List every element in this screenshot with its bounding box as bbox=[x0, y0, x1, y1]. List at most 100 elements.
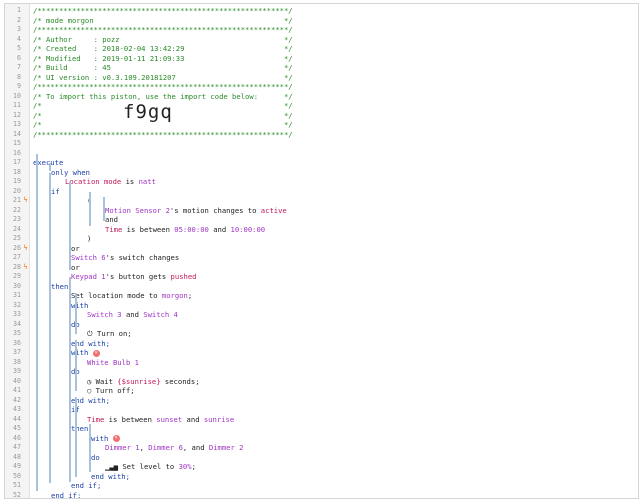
code-line-5[interactable]: 5 /* Created : 2018-02-04 13:42:29 */ bbox=[5, 44, 638, 54]
code-line-25[interactable]: 25) bbox=[5, 234, 638, 244]
code-line-7[interactable]: 7 /* Build : 45 */ bbox=[5, 63, 638, 73]
keyword-with: with bbox=[91, 433, 109, 443]
code-line-34[interactable]: 34 do bbox=[5, 320, 638, 330]
keyword-do: do bbox=[91, 452, 100, 462]
code-line-30[interactable]: 30 then bbox=[5, 282, 638, 292]
code-line-8[interactable]: 8 /* UI version : v0.3.109.20181207 */ bbox=[5, 73, 638, 83]
code-line-20[interactable]: 20 if bbox=[5, 187, 638, 197]
value: natt bbox=[138, 177, 156, 186]
code-line-22[interactable]: 22 Motion Sensor 2's motion changes to ac… bbox=[5, 206, 638, 216]
code-line-27[interactable]: 27 Switch 6's switch changes bbox=[5, 253, 638, 263]
device: Motion Sensor 2 bbox=[105, 205, 170, 215]
code-line-47[interactable]: 47 Dimmer 1, Dimmer 6, and Dimmer 2 bbox=[5, 443, 638, 453]
text: 's motion changes to bbox=[169, 205, 261, 215]
code-text: /* mode morgon */ bbox=[33, 16, 638, 26]
code-line-51[interactable]: 51 end if; bbox=[5, 481, 638, 491]
code-line-1[interactable]: 1 /**************************************… bbox=[5, 6, 638, 16]
comment-text: /* mode morgon */ bbox=[33, 15, 293, 25]
code-line-44[interactable]: 44 Time is between sunset and sunrise bbox=[5, 415, 638, 425]
code-line-13[interactable]: 13/* */ bbox=[5, 120, 638, 130]
operator-and: and bbox=[105, 215, 118, 224]
code-text: ◷ Wait {$sunrise} seconds; bbox=[87, 377, 638, 387]
code-text: /***************************************… bbox=[33, 82, 638, 92]
code-line-48[interactable]: 48 do bbox=[5, 453, 638, 463]
code-line-19[interactable]: 19 Location mode is natt bbox=[5, 177, 638, 187]
code-line-40[interactable]: 40 ◷ Wait {$sunrise} seconds; bbox=[5, 377, 638, 387]
text: Wait bbox=[95, 376, 118, 386]
code-text: and bbox=[105, 215, 638, 225]
code-line-2[interactable]: 2 /* mode morgon */ bbox=[5, 16, 638, 26]
line-number: 50 bbox=[13, 471, 21, 480]
code-line-14[interactable]: 14 /*************************************… bbox=[5, 130, 638, 140]
line-number: 29 bbox=[13, 272, 21, 280]
text: Turn on; bbox=[97, 329, 132, 338]
code-line-15[interactable]: 15 bbox=[5, 139, 638, 149]
value: 30% bbox=[178, 462, 192, 471]
line-number: 22 bbox=[13, 205, 21, 214]
text: ; bbox=[191, 462, 196, 471]
line-number: 17 bbox=[13, 158, 21, 166]
code-line-38[interactable]: 38 White Bulb 1 bbox=[5, 358, 638, 368]
code-line-3[interactable]: 3 /**************************************… bbox=[5, 25, 638, 35]
task-mode-badge-icon: × bbox=[92, 349, 100, 357]
code-line-35[interactable]: 35 ⏻ Turn on; bbox=[5, 329, 638, 339]
code-text: /***************************************… bbox=[33, 6, 638, 16]
code-line-11[interactable]: 11/* */ bbox=[5, 101, 638, 111]
code-line-39[interactable]: 39 do bbox=[5, 367, 638, 377]
device: Keypad 1 bbox=[71, 272, 106, 281]
line-number: 46 bbox=[13, 433, 21, 442]
code-text: if bbox=[51, 187, 638, 197]
code-line-50[interactable]: 50 end with; bbox=[5, 472, 638, 482]
text: and bbox=[121, 310, 144, 319]
line-number: 37 bbox=[13, 348, 21, 356]
line-number: 3 bbox=[17, 25, 21, 33]
code-line-32[interactable]: 32 with bbox=[5, 301, 638, 311]
code-line-31[interactable]: 31 Set location mode to morgon; bbox=[5, 291, 638, 301]
code-line-24[interactable]: 24 Time is between 05:00:00 and 10:00:00 bbox=[5, 225, 638, 235]
code-line-28[interactable]: 28 ϟ or bbox=[5, 263, 638, 273]
code-line-42[interactable]: 42 end with; bbox=[5, 396, 638, 406]
block-bar-conditions bbox=[69, 182, 71, 270]
text: Turn off; bbox=[95, 386, 135, 395]
code-text: Switch 6's switch changes bbox=[71, 253, 638, 263]
line-number: 25 bbox=[13, 234, 21, 242]
code-text: Motion Sensor 2's motion changes to acti… bbox=[105, 206, 638, 216]
text: 's button gets bbox=[105, 272, 171, 281]
code-line-18[interactable]: 18 only when bbox=[5, 168, 638, 178]
code-line-29[interactable]: 29 Keypad 1's button gets pushed bbox=[5, 272, 638, 282]
code-text: White Bulb 1 bbox=[87, 358, 638, 368]
code-line-45[interactable]: 45 then bbox=[5, 424, 638, 434]
value: sunset bbox=[156, 414, 183, 424]
code-text: /* Build : 45 */ bbox=[33, 63, 638, 73]
code-line-23[interactable]: 23 and bbox=[5, 215, 638, 225]
line-number: 1 bbox=[17, 6, 21, 14]
code-line-4[interactable]: 4 /* Author : pozz */ bbox=[5, 35, 638, 45]
code-line-10[interactable]: 10 /* To import this piston, use the impo… bbox=[5, 92, 638, 102]
code-text: do bbox=[71, 367, 638, 377]
code-line-37[interactable]: 37 with × bbox=[5, 348, 638, 358]
code-line-36[interactable]: 36 end with; bbox=[5, 339, 638, 349]
code-line-49[interactable]: 49 ▁▃▅ Set level to 30%; bbox=[5, 462, 638, 472]
code-line-12[interactable]: 12/* */ bbox=[5, 111, 638, 121]
code-line-46[interactable]: 46 with × bbox=[5, 434, 638, 444]
code-line-41[interactable]: 41 ○ Turn off; bbox=[5, 386, 638, 396]
task-mode-badge-icon: × bbox=[112, 435, 120, 442]
code-line-9[interactable]: 9 /**************************************… bbox=[5, 82, 638, 92]
code-line-33[interactable]: 33 Switch 3 and Switch 4 bbox=[5, 310, 638, 320]
code-text: ○ Turn off; bbox=[87, 386, 638, 396]
line-number: 26 bbox=[13, 243, 21, 252]
text: Set level to bbox=[122, 462, 179, 471]
text: 's switch changes bbox=[105, 253, 180, 262]
trigger-bolt-icon: ϟ bbox=[23, 243, 28, 252]
code-line-26[interactable]: 26 ϟ or bbox=[5, 244, 638, 254]
code-line-16[interactable]: 16 bbox=[5, 149, 638, 159]
code-line-21[interactable]: 21ϟ ( bbox=[5, 196, 638, 206]
line-number: 30 bbox=[13, 281, 21, 290]
code-line-17[interactable]: 17 execute bbox=[5, 158, 638, 168]
block-bar-if bbox=[49, 173, 51, 483]
code-line-6[interactable]: 6 /* Modified : 2019-01-11 21:09:33 */ bbox=[5, 54, 638, 64]
code-line-43[interactable]: 43 if bbox=[5, 405, 638, 415]
trigger-bolt-icon: ϟ bbox=[23, 196, 28, 204]
code-text: /* Created : 2018-02-04 13:42:29 */ bbox=[33, 44, 638, 54]
code-line-52[interactable]: 52 end if; bbox=[5, 491, 638, 499]
